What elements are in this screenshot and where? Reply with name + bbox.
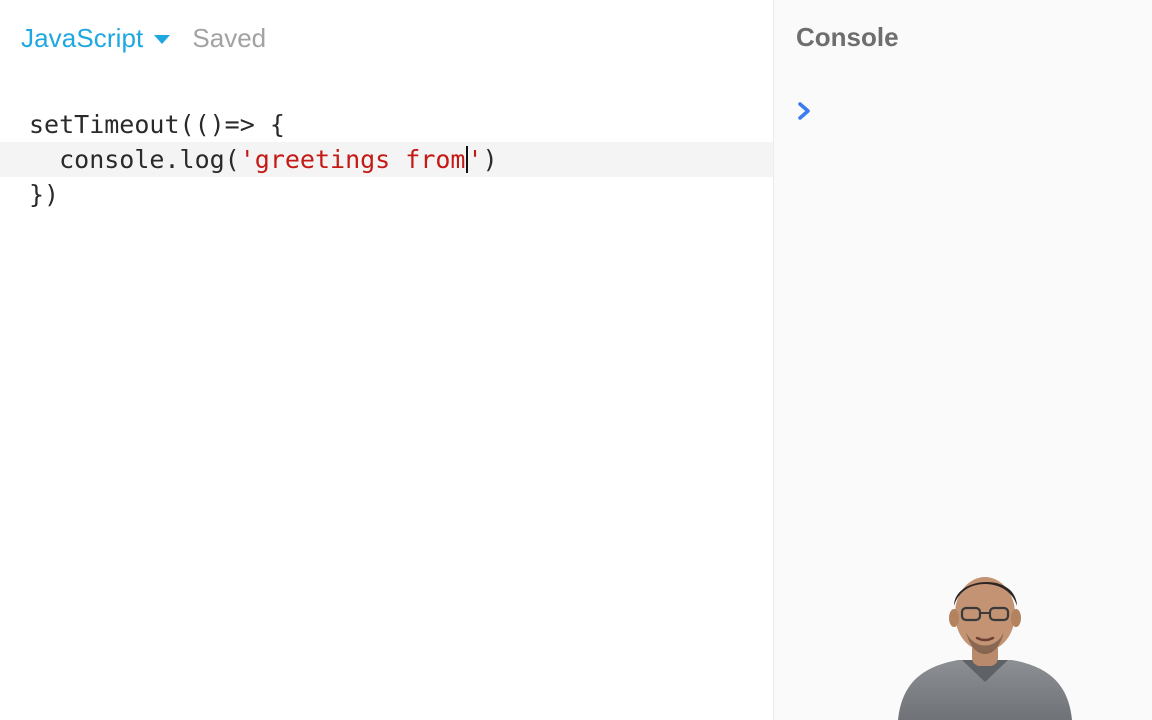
console-title: Console [796,22,899,52]
code-string-token: 'greetings from [239,145,466,174]
language-label: JavaScript [21,22,144,53]
presenter-webcam [898,577,1072,720]
code-token: console.log( [29,145,240,174]
code-token: setTimeout(()=> { [29,110,285,139]
console-input[interactable] [794,94,1152,128]
save-status: Saved [192,22,267,53]
editor-pane: JavaScript Saved setTimeout(()=> { conso… [0,0,774,720]
editor-header: JavaScript Saved [21,22,266,54]
code-line[interactable]: }) [0,177,773,212]
code-line[interactable]: console.log('greetings from') [0,142,773,177]
app-window: JavaScript Saved setTimeout(()=> { conso… [0,0,1152,720]
code-editor[interactable]: setTimeout(()=> { console.log('greetings… [0,107,773,212]
code-token: }) [29,180,60,209]
language-selector[interactable]: JavaScript [21,22,171,54]
code-token: ) [482,145,498,174]
code-line[interactable]: setTimeout(()=> { [0,107,773,142]
chevron-right-icon [798,102,810,120]
code-string-token: ' [467,145,483,174]
caret-down-icon [154,35,171,44]
